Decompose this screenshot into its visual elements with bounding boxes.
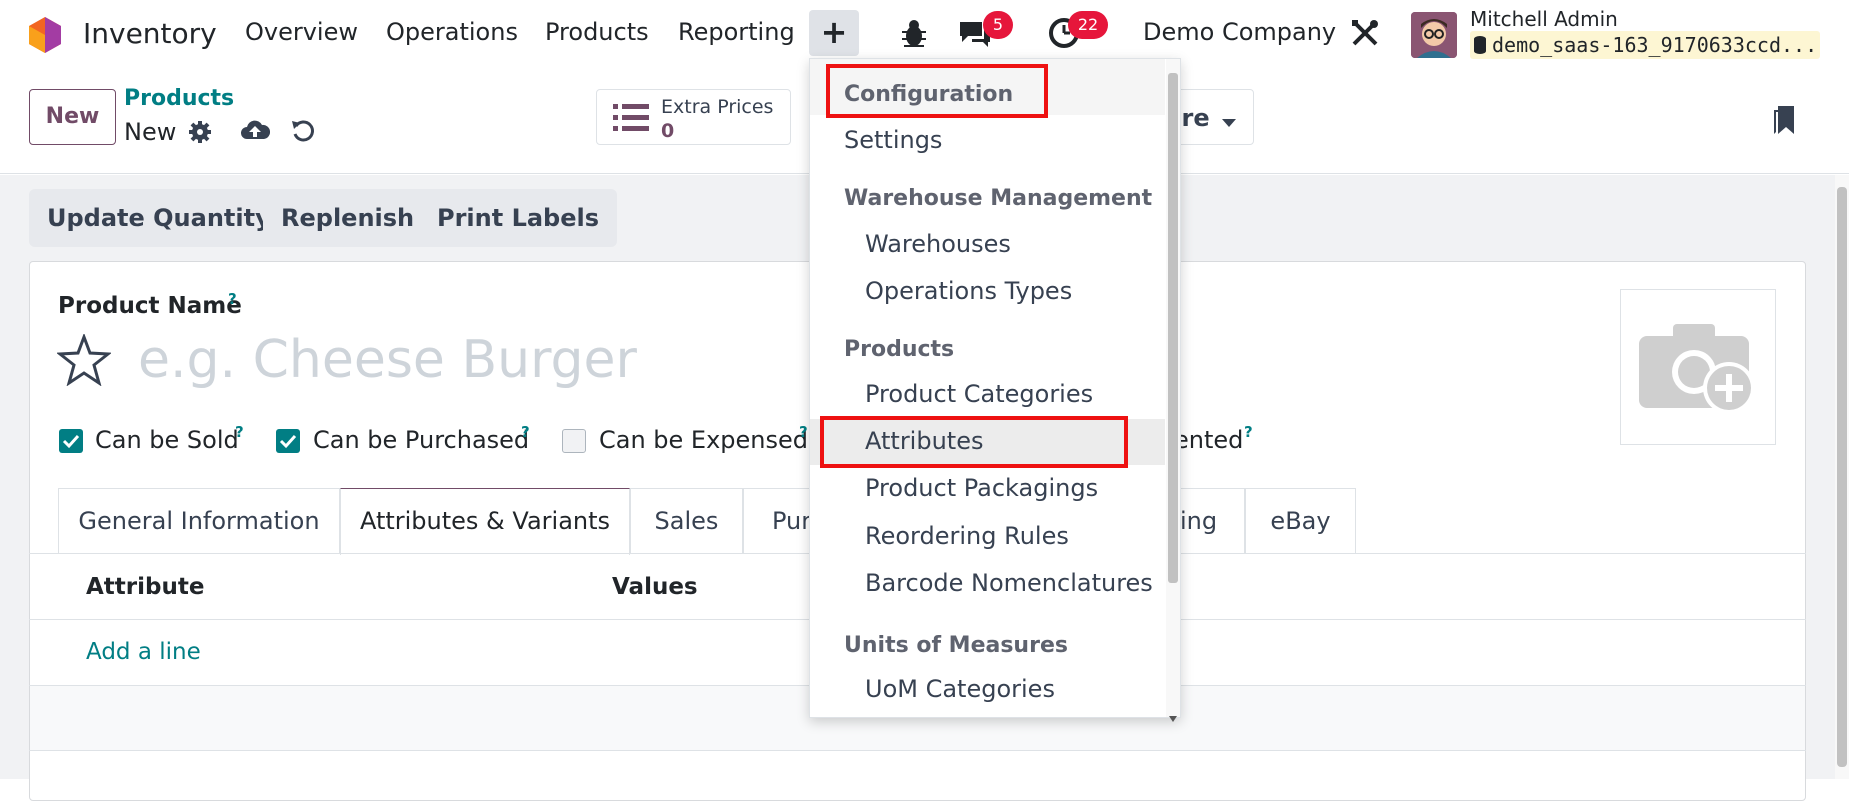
user-name[interactable]: Mitchell Admin	[1470, 7, 1618, 31]
gear-icon[interactable]	[188, 120, 212, 144]
plus-icon: +	[820, 13, 848, 51]
dropdown-scrollbar[interactable]	[1166, 59, 1180, 722]
database-icon	[1474, 36, 1486, 54]
can-be-purchased-checkbox[interactable]	[276, 429, 300, 453]
replenish-button[interactable]: Replenish	[263, 189, 433, 247]
highlight-attributes	[820, 416, 1128, 468]
menu-item-label: Reordering Rules	[865, 522, 1069, 550]
scroll-down-arrow-icon[interactable]	[1169, 707, 1177, 722]
menu-item-label: Warehouses	[865, 230, 1011, 258]
tab-ebay[interactable]: eBay	[1245, 488, 1356, 554]
menu-configuration-toggle[interactable]: +	[809, 10, 859, 56]
page-scrollbar-thumb[interactable]	[1837, 187, 1847, 767]
help-tooltip[interactable]: ?	[521, 423, 530, 441]
extra-prices-value: 0	[661, 120, 675, 142]
record-title: New	[124, 118, 177, 146]
menu-item-label: Barcode Nomenclatures	[865, 569, 1153, 597]
app-name[interactable]: Inventory	[83, 17, 217, 50]
table-divider	[29, 750, 1806, 751]
menu-item-label: Product Packagings	[865, 474, 1099, 502]
menu-item-uom-categories[interactable]: UoM Categories	[810, 667, 1165, 711]
menu-item-barcode-nomenclatures[interactable]: Barcode Nomenclatures	[810, 561, 1165, 605]
configuration-dropdown: Configuration Settings Warehouse Managem…	[809, 58, 1181, 722]
menu-operations[interactable]: Operations	[386, 18, 518, 46]
update-quantity-button[interactable]: Update Quantity	[29, 189, 289, 247]
extra-prices-label: Extra Prices	[661, 96, 774, 118]
can-be-expensed-checkbox[interactable]	[562, 429, 586, 453]
dropdown-header-products: Products	[844, 337, 955, 362]
menu-item-product-categories[interactable]: Product Categories	[810, 372, 1165, 416]
app-logo-icon[interactable]	[28, 16, 62, 54]
add-a-line-link[interactable]: Add a line	[86, 639, 201, 665]
print-labels-button[interactable]: Print Labels	[419, 189, 618, 247]
menu-item-label: UoM Categories	[865, 675, 1055, 703]
scroll-up-arrow-icon[interactable]	[1169, 65, 1177, 80]
database-name: demo_saas-163_9170633ccd...	[1492, 33, 1818, 57]
breadcrumb-products[interactable]: Products	[124, 86, 234, 111]
menu-products[interactable]: Products	[545, 18, 649, 46]
column-header-values[interactable]: Values	[612, 574, 698, 600]
can-be-purchased-label[interactable]: Can be Purchased	[313, 426, 529, 454]
dropdown-header-uom: Units of Measures	[844, 633, 1068, 658]
debug-tools-icon[interactable]	[1350, 18, 1380, 48]
help-tooltip[interactable]: ?	[799, 423, 808, 441]
help-tooltip[interactable]: ?	[235, 423, 244, 441]
discard-icon[interactable]	[290, 118, 316, 144]
highlight-configuration	[826, 64, 1048, 118]
new-button[interactable]: New	[29, 89, 116, 145]
product-name-label: Product Name	[58, 293, 242, 319]
bookmark-icon[interactable]	[1774, 104, 1798, 136]
menu-item-label: Settings	[844, 126, 943, 154]
messages-badge: 5	[983, 11, 1013, 39]
product-name-input[interactable]: e.g. Cheese Burger	[138, 330, 637, 390]
bug-icon[interactable]	[900, 18, 928, 48]
menu-item-operations-types[interactable]: Operations Types	[810, 269, 1165, 313]
menu-item-reordering-rules[interactable]: Reordering Rules	[810, 514, 1165, 558]
caret-down-icon	[1222, 114, 1236, 127]
camera-icon	[1637, 318, 1761, 418]
menu-item-product-packagings[interactable]: Product Packagings	[810, 466, 1165, 510]
can-be-expensed-label[interactable]: Can be Expensed	[599, 426, 808, 454]
database-label: demo_saas-163_9170633ccd...	[1470, 31, 1820, 59]
menu-item-settings[interactable]: Settings	[810, 118, 1165, 162]
page-scrollbar[interactable]	[1835, 175, 1849, 779]
tab-general-information[interactable]: General Information	[58, 488, 340, 554]
menu-overview[interactable]: Overview	[245, 18, 358, 46]
product-image-placeholder[interactable]	[1620, 289, 1776, 445]
dropdown-scrollbar-thumb[interactable]	[1168, 73, 1178, 583]
company-switcher[interactable]: Demo Company	[1143, 18, 1336, 46]
help-tooltip[interactable]: ?	[1244, 423, 1253, 441]
can-be-sold-checkbox[interactable]	[59, 429, 83, 453]
extra-prices-button[interactable]: Extra Prices 0	[596, 89, 791, 145]
menu-item-label: Operations Types	[865, 277, 1073, 305]
column-header-attribute[interactable]: Attribute	[86, 574, 204, 600]
tab-attributes-variants[interactable]: Attributes & Variants	[340, 488, 630, 555]
user-avatar[interactable]	[1411, 12, 1457, 58]
menu-item-label: Product Categories	[865, 380, 1094, 408]
save-cloud-icon[interactable]	[240, 118, 271, 142]
tab-sales[interactable]: Sales	[630, 488, 743, 554]
can-be-sold-label[interactable]: Can be Sold	[95, 426, 239, 454]
can-be-rented-label[interactable]: ented	[1174, 426, 1243, 454]
favorite-star-icon[interactable]	[55, 332, 113, 387]
activities-badge: 22	[1068, 11, 1108, 39]
menu-reporting[interactable]: Reporting	[678, 18, 795, 46]
menu-item-warehouses[interactable]: Warehouses	[810, 222, 1165, 266]
list-icon	[613, 102, 649, 134]
help-tooltip[interactable]: ?	[228, 290, 237, 308]
dropdown-header-warehouse: Warehouse Management	[844, 186, 1153, 211]
